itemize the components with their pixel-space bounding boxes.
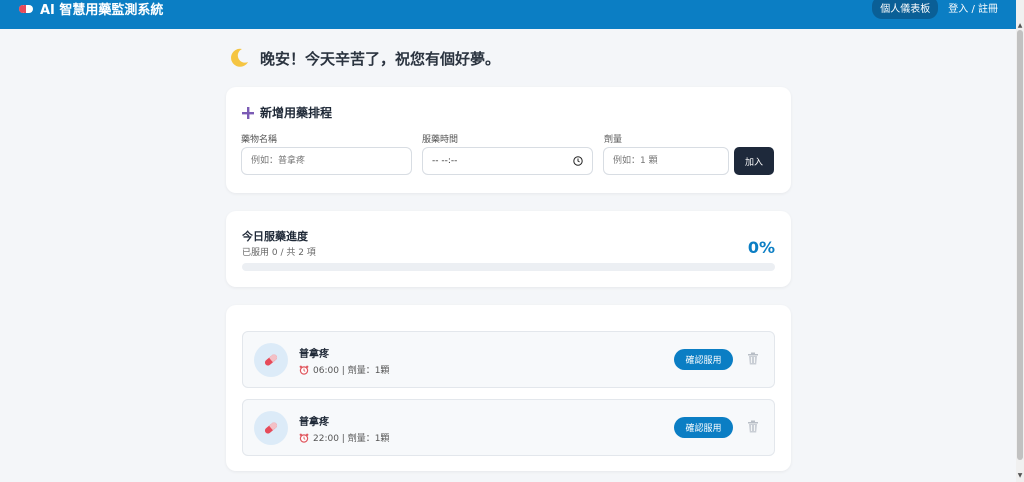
medication-meta: 06:00 | 劑量：1顆 <box>299 363 389 376</box>
medicine-name-input[interactable] <box>241 147 412 175</box>
medication-item: 普拿疼 22:00 | 劑量：1顆 確認服用 <box>242 399 775 456</box>
page-scrollbar[interactable]: ▲ ▼ <box>1016 0 1024 482</box>
progress-percent: 0% <box>747 238 775 257</box>
add-schedule-card: 新增用藥排程 藥物名稱 服藥時間 -- --:-- 劑量 加入 <box>226 87 791 193</box>
add-schedule-title: 新增用藥排程 <box>242 104 332 121</box>
pill-icon <box>264 354 278 366</box>
dose-label: 劑量 <box>604 135 623 145</box>
confirm-taken-button[interactable]: 確認服用 <box>674 417 733 438</box>
time-label: 服藥時間 <box>422 135 459 145</box>
dashboard-link[interactable]: 個人儀表板 <box>872 0 939 19</box>
pill-icon <box>19 4 33 13</box>
time-value: -- --:-- <box>432 156 458 166</box>
add-schedule-title-text: 新增用藥排程 <box>260 106 333 120</box>
add-button[interactable]: 加入 <box>734 147 774 175</box>
clock-icon[interactable] <box>573 156 583 166</box>
scroll-down-arrow-icon[interactable]: ▼ <box>1016 472 1024 480</box>
greeting-banner: 晚安！今天辛苦了，祝您有個好夢。 <box>228 47 500 69</box>
trash-icon[interactable] <box>747 352 759 365</box>
pill-icon <box>264 422 278 434</box>
medication-item: 普拿疼 06:00 | 劑量：1顆 確認服用 <box>242 331 775 388</box>
alarm-clock-icon <box>299 365 309 375</box>
top-navbar: AI 智慧用藥監測系統 個人儀表板 登入 / 註冊 <box>0 0 1016 29</box>
brand[interactable]: AI 智慧用藥監測系統 <box>18 0 163 18</box>
medicine-name-label: 藥物名稱 <box>241 135 278 145</box>
medication-name: 普拿疼 <box>299 349 329 360</box>
login-link[interactable]: 登入 / 註冊 <box>948 0 998 15</box>
scroll-up-arrow-icon[interactable]: ▲ <box>1016 22 1024 30</box>
alarm-clock-icon <box>299 433 309 443</box>
medication-avatar <box>254 343 288 377</box>
medication-avatar <box>254 411 288 445</box>
nav-links: 個人儀表板 登入 / 註冊 <box>872 0 998 19</box>
progress-bar <box>242 263 775 271</box>
confirm-taken-button[interactable]: 確認服用 <box>674 349 733 370</box>
plus-icon <box>242 106 254 119</box>
time-input[interactable]: -- --:-- <box>422 147 593 175</box>
medication-time-dose: 22:00 | 劑量：1顆 <box>313 434 390 444</box>
progress-subtitle: 已服用 0 / 共 2 項 <box>242 248 316 258</box>
medication-time-dose: 06:00 | 劑量：1顆 <box>313 366 390 376</box>
medication-name: 普拿疼 <box>299 417 329 428</box>
medication-meta: 22:00 | 劑量：1顆 <box>299 431 389 444</box>
medication-list-card: 普拿疼 06:00 | 劑量：1顆 確認服用 普拿疼 22:00 | 劑量：1顆… <box>226 305 791 471</box>
greeting-text: 晚安！今天辛苦了，祝您有個好夢。 <box>260 49 501 68</box>
brand-title: AI 智慧用藥監測系統 <box>40 3 164 18</box>
moon-icon <box>231 48 248 67</box>
trash-icon[interactable] <box>747 420 759 433</box>
progress-title: 今日服藥進度 <box>242 230 308 243</box>
dose-input[interactable] <box>603 147 729 175</box>
scrollbar-thumb[interactable] <box>1017 30 1023 460</box>
progress-card: 今日服藥進度 已服用 0 / 共 2 項 0% <box>226 211 791 287</box>
